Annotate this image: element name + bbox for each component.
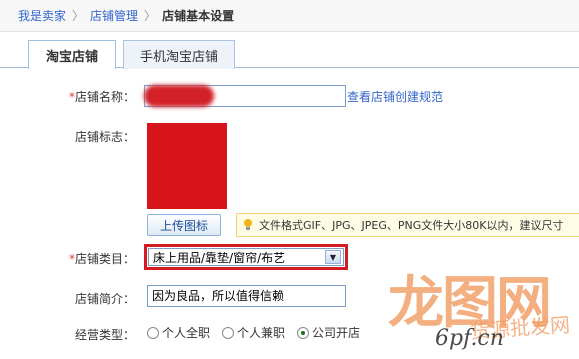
seller-shop-settings: 我是卖家 〉 店铺管理 〉 店铺基本设置 淘宝店铺 手机淘宝店铺 *店铺名称： … [0,0,579,359]
shop-name-label-text: 店铺名称： [74,90,135,104]
radio-parttime[interactable]: 个人兼职 [222,324,285,341]
shop-intro-label: 店铺简介： [74,292,135,306]
breadcrumb-separator: 〉 [144,9,157,23]
radio-fulltime[interactable]: 个人全职 [147,324,210,341]
breadcrumb-current: 店铺基本设置 [162,9,235,23]
shop-name-label: *店铺名称： [0,88,135,105]
upload-logo-button[interactable]: 上传图标 [147,214,221,236]
watermark-url: 6pf.cn [435,326,504,351]
category-select[interactable]: 床上用品/靠垫/窗帘/布艺 ▼ [148,248,344,266]
tab-bar: 淘宝店铺 手机淘宝店铺 [0,38,579,69]
radio-label: 个人兼职 [237,326,286,340]
redaction-mark [144,85,214,107]
shop-category-label-text: 店铺类目： [74,252,135,266]
upload-tip: 文件格式GIF、JPG、JPEG、PNG文件大小80K以内，建议尺寸 [236,213,579,237]
breadcrumb-seller-link[interactable]: 我是卖家 [18,7,66,24]
shop-naming-rules-link[interactable]: 查看店铺创建规范 [347,88,443,105]
business-type-label: 经营类型： [74,328,135,342]
category-highlight: 床上用品/靠垫/窗帘/布艺 ▼ [144,244,348,270]
tab-mobile-taobao-shop[interactable]: 手机淘宝店铺 [123,40,235,69]
radio-button[interactable] [222,326,235,339]
lightbulb-icon [243,219,253,231]
shop-logo-image [147,123,227,209]
shop-intro-input[interactable]: 因为良品，所以值得信赖 [147,285,346,307]
breadcrumb-separator: 〉 [72,9,85,23]
radio-company[interactable]: 公司开店 [297,324,360,341]
breadcrumb-shop-manage-link[interactable]: 店铺管理 [90,7,138,24]
business-type-radio-group: 个人全职 个人兼职 公司开店 [147,324,372,341]
upload-tip-text: 文件格式GIF、JPG、JPEG、PNG文件大小80K以内，建议尺寸 [259,219,564,232]
shop-logo-label: 店铺标志： [74,130,135,144]
category-select-value: 床上用品/靠垫/窗帘/布艺 [153,250,286,265]
radio-button-checked[interactable] [297,326,310,339]
radio-label: 公司开店 [312,326,361,340]
chevron-down-icon[interactable]: ▼ [325,250,341,264]
breadcrumb: 我是卖家 〉 店铺管理 〉 店铺基本设置 [0,0,579,32]
tab-taobao-shop[interactable]: 淘宝店铺 [28,40,116,69]
shop-category-label: *店铺类目： [0,250,135,267]
radio-label: 个人全职 [162,326,211,340]
radio-button[interactable] [147,326,159,339]
